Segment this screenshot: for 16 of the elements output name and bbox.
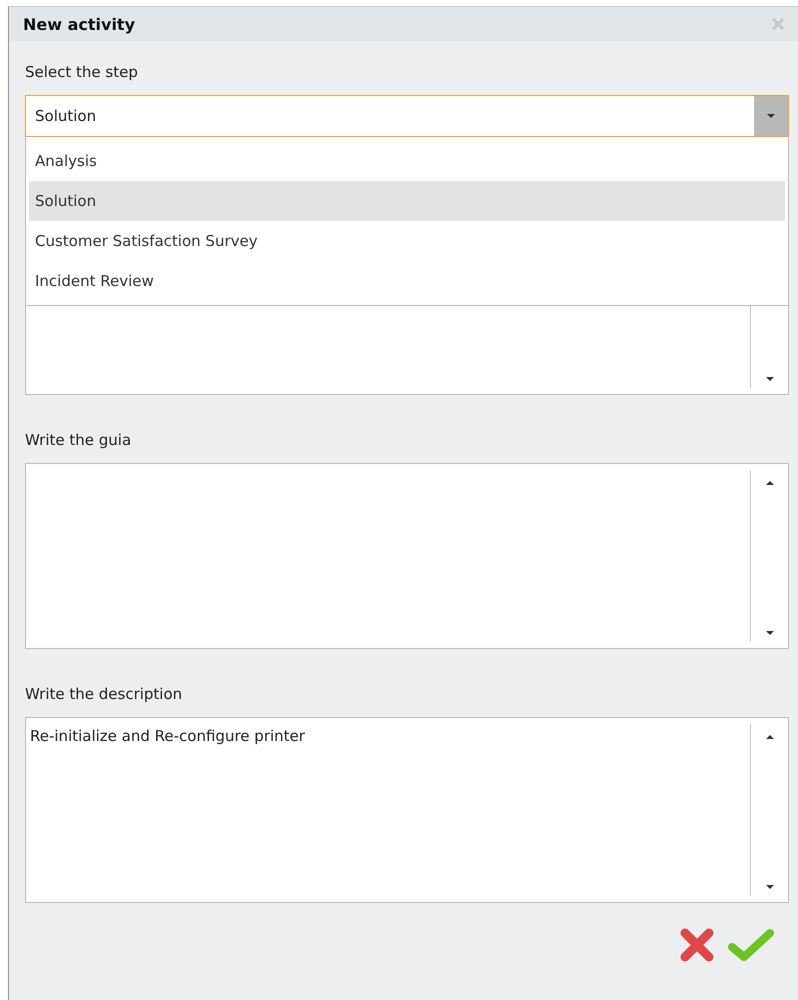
scroll-down-icon[interactable] [764,884,774,890]
dropdown-option[interactable]: Incident Review [29,261,785,301]
field-label: Write the guia [25,431,132,449]
scroll-up-icon[interactable] [764,734,774,740]
scroll-down-icon[interactable] [764,376,774,382]
dropdown-option[interactable]: Analysis [29,141,785,181]
caret-icon [766,113,776,119]
window-title: New activity [23,14,135,34]
field-label: Write the description [25,685,184,703]
scroll-up-icon[interactable] [764,480,774,486]
field-label: Select the step [25,63,139,81]
scroll-down-icon[interactable] [764,630,774,636]
text-area[interactable]: Re-initialize and Re-configure printer [25,717,789,903]
step-select[interactable]: Solution [25,95,789,137]
dropdown-option[interactable]: Solution [29,181,785,221]
dropdown-option[interactable]: Customer Satisfaction Survey [29,221,785,261]
